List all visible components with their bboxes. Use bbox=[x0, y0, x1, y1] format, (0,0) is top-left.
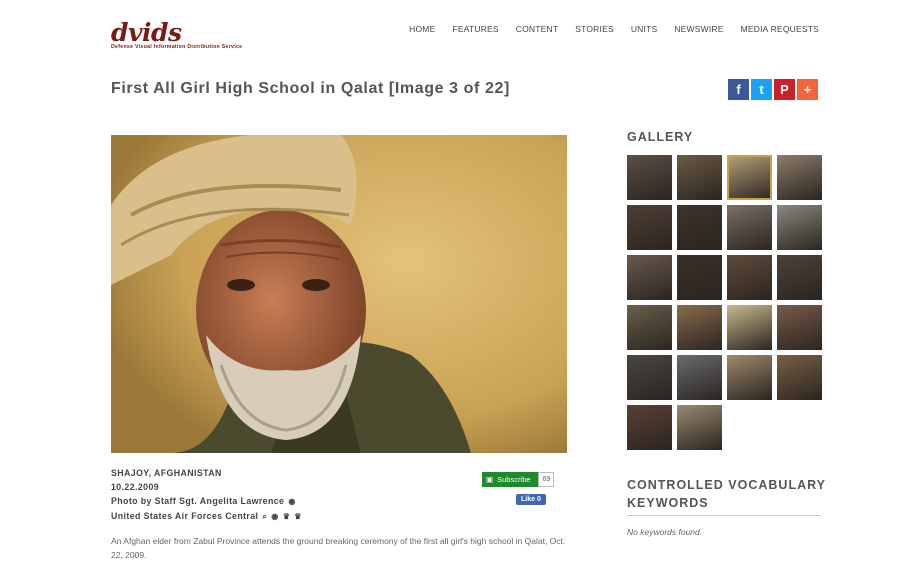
nav-stories[interactable]: STORIES bbox=[575, 24, 614, 34]
gallery-thumbnail[interactable] bbox=[627, 255, 672, 300]
photographer[interactable]: Photo by Staff Sgt. Angelita Lawrence bbox=[111, 496, 284, 506]
subscribe-widget: ▣ Subscribe 69 bbox=[482, 472, 555, 487]
photo-caption: An Afghan elder from Zabul Province atte… bbox=[111, 536, 566, 560]
photo-date: 10.22.2009 bbox=[111, 482, 160, 492]
divider bbox=[627, 515, 821, 516]
user-icon: ▣ bbox=[486, 475, 494, 484]
nav-media-requests[interactable]: MEDIA REQUESTS bbox=[741, 24, 819, 34]
gallery-thumbnail[interactable] bbox=[677, 255, 722, 300]
photo-location: SHAJOY, AFGHANISTAN bbox=[111, 468, 222, 478]
main-nav: HOME FEATURES CONTENT STORIES UNITS NEWS… bbox=[409, 24, 819, 34]
gallery-thumbnail[interactable] bbox=[677, 155, 722, 200]
more-share-icon[interactable]: + bbox=[797, 79, 818, 100]
page-title: First All Girl High School in Qalat [Ima… bbox=[111, 80, 510, 97]
nav-newswire[interactable]: NEWSWIRE bbox=[674, 24, 723, 34]
gallery-thumbnail[interactable] bbox=[677, 205, 722, 250]
gallery-thumbnail[interactable] bbox=[627, 405, 672, 450]
subscribe-button[interactable]: ▣ Subscribe bbox=[482, 472, 539, 487]
elder-portrait-image bbox=[111, 135, 567, 453]
trophy-icon[interactable]: ♛ bbox=[283, 512, 291, 521]
nav-content[interactable]: CONTENT bbox=[516, 24, 558, 34]
rss-icon[interactable]: ◉ bbox=[271, 512, 278, 521]
logo-wordmark: dvids bbox=[111, 18, 182, 47]
gallery-thumbnail[interactable] bbox=[677, 305, 722, 350]
gallery-thumbnail[interactable] bbox=[777, 305, 822, 350]
gallery-thumbnail[interactable] bbox=[727, 305, 772, 350]
gallery-thumbnail[interactable] bbox=[627, 205, 672, 250]
subscriber-count: 69 bbox=[538, 472, 555, 487]
nav-units[interactable]: UNITS bbox=[631, 24, 658, 34]
gallery-thumbnail[interactable] bbox=[727, 155, 772, 200]
gallery-thumbnail[interactable] bbox=[777, 205, 822, 250]
gallery-thumbnail[interactable] bbox=[627, 355, 672, 400]
keywords-empty: No keywords found. bbox=[627, 527, 703, 537]
photo-metadata: SHAJOY, AFGHANISTAN 10.22.2009 Photo by … bbox=[111, 466, 302, 524]
pinterest-icon[interactable]: P bbox=[774, 79, 795, 100]
gallery-title: GALLERY bbox=[627, 130, 694, 144]
facebook-icon[interactable]: f bbox=[728, 79, 749, 100]
subscribe-label: Subscribe bbox=[497, 475, 531, 484]
gallery-thumbnail[interactable] bbox=[727, 205, 772, 250]
search-icon[interactable]: ⌕ bbox=[262, 512, 267, 521]
share-bar: f t P + bbox=[728, 79, 818, 100]
gallery-thumbnail[interactable] bbox=[677, 355, 722, 400]
gallery-thumbnail[interactable] bbox=[727, 355, 772, 400]
gallery-thumbnail[interactable] bbox=[627, 155, 672, 200]
twitter-icon[interactable]: t bbox=[751, 79, 772, 100]
gallery-thumbnail[interactable] bbox=[727, 255, 772, 300]
gallery-thumbnail[interactable] bbox=[627, 305, 672, 350]
nav-features[interactable]: FEATURES bbox=[452, 24, 498, 34]
trophy-icon[interactable]: ♛ bbox=[294, 512, 302, 521]
photographer-line: Photo by Staff Sgt. Angelita Lawrence ◉ bbox=[111, 494, 302, 509]
unit-line: United States Air Forces Central ⌕ ◉ ♛ ♛ bbox=[111, 509, 302, 524]
nav-home[interactable]: HOME bbox=[409, 24, 435, 34]
unit-name[interactable]: United States Air Forces Central bbox=[111, 511, 258, 521]
gallery-thumbnail[interactable] bbox=[677, 405, 722, 450]
keywords-title: CONTROLLED VOCABULARY KEYWORDS bbox=[627, 478, 826, 510]
rss-icon[interactable]: ◉ bbox=[288, 497, 295, 506]
main-photo[interactable] bbox=[111, 135, 567, 453]
dvids-logo[interactable]: dvids Defense Visual Information Distrib… bbox=[111, 20, 271, 54]
gallery-thumbnail[interactable] bbox=[777, 355, 822, 400]
gallery-thumbnail[interactable] bbox=[777, 255, 822, 300]
gallery-grid bbox=[627, 155, 823, 450]
logo-tagline: Defense Visual Information Distribution … bbox=[111, 44, 243, 50]
gallery-thumbnail[interactable] bbox=[777, 155, 822, 200]
facebook-like-button[interactable]: Like 0 bbox=[516, 494, 546, 505]
